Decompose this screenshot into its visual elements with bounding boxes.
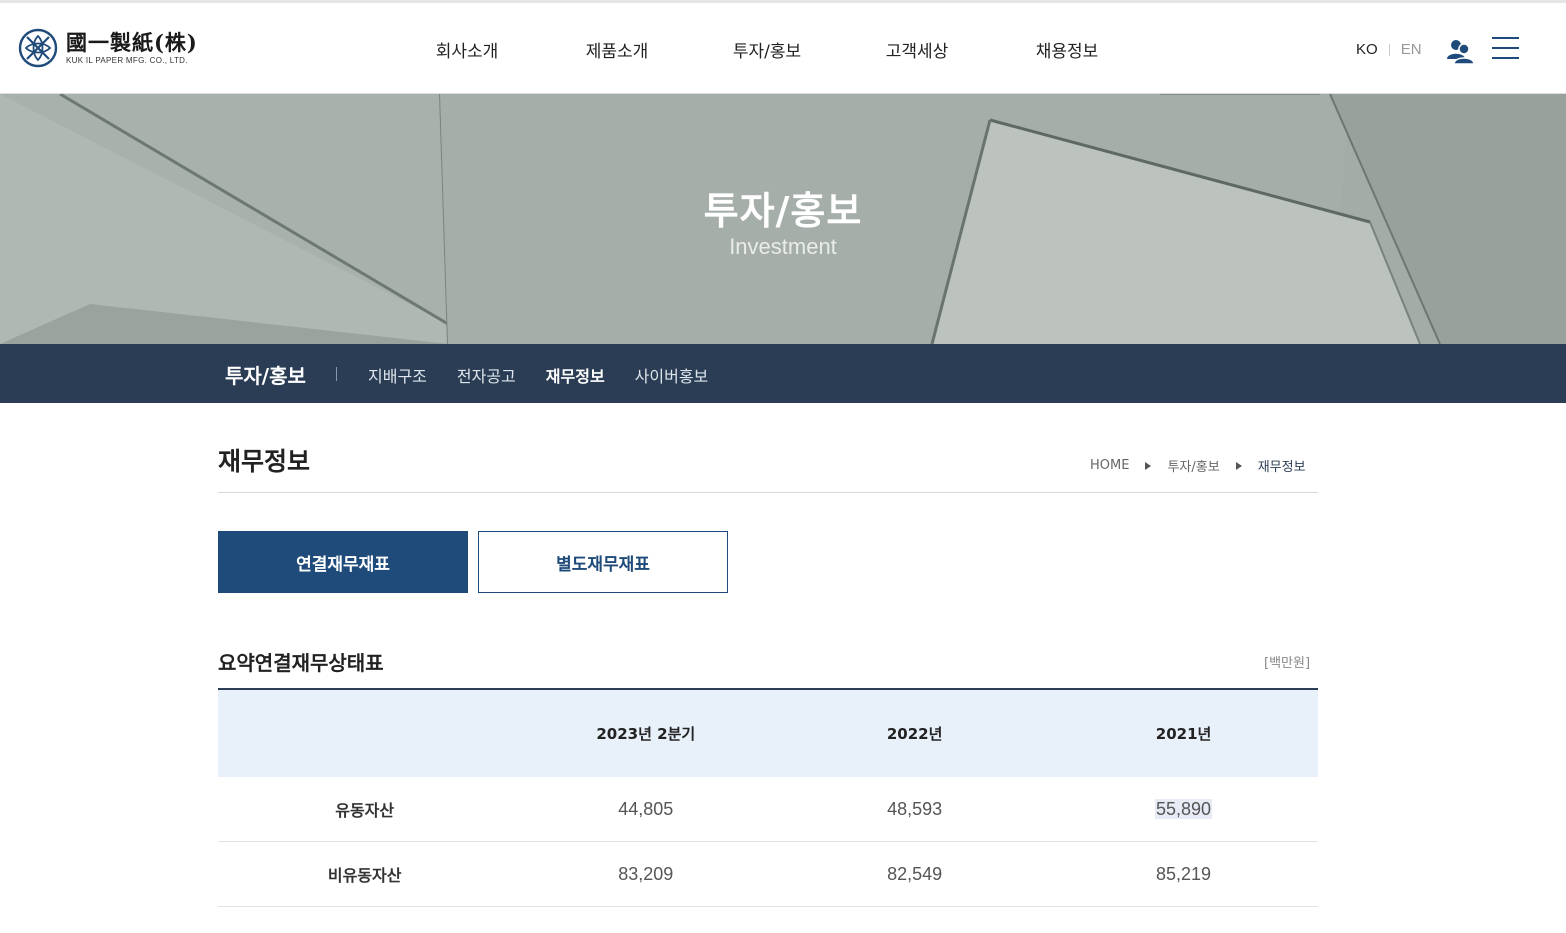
table-header-cell: 2021년 <box>1155 725 1212 743</box>
logo-name: 國一製紙(株) <box>66 29 198 55</box>
lang-ko[interactable]: KO <box>1356 41 1378 58</box>
breadcrumb: HOME 투자/홍보 재무정보 <box>1090 456 1306 475</box>
breadcrumb-arrow-icon <box>1235 461 1242 470</box>
page-title: 재무정보 <box>218 447 311 476</box>
user-group-icon[interactable] <box>1446 37 1474 65</box>
nav-item-recruit[interactable]: 채용정보 <box>992 37 1142 62</box>
logo-emblem-icon <box>18 28 58 68</box>
subnav-item-e-notice[interactable]: 전자공고 <box>457 363 516 387</box>
subnav-item-cyber-pr[interactable]: 사이버홍보 <box>635 363 709 387</box>
subnav-section-title: 투자/홍보 <box>225 364 306 388</box>
sub-nav: 투자/홍보 지배구조 전자공고 재무정보 사이버홍보 <box>0 344 1566 403</box>
table-header-cell: 2023년 2분기 <box>596 725 696 743</box>
hero-banner: 투자/홍보 Investment <box>0 94 1566 344</box>
subnav-item-financial-info[interactable]: 재무정보 <box>546 363 605 387</box>
site-header: 國一製紙(株) KUK IL PAPER MFG. CO., LTD. 회사소개… <box>0 3 1566 94</box>
subnav-item-governance[interactable]: 지배구조 <box>368 363 427 387</box>
table-row: 유동자산 44,805 48,593 55,890 <box>218 777 1318 842</box>
breadcrumb-home[interactable]: HOME <box>1090 458 1129 473</box>
table-row: 비유동자산 83,209 82,549 85,219 <box>218 842 1318 907</box>
breadcrumb-investment[interactable]: 투자/홍보 <box>1167 456 1219 475</box>
company-logo[interactable]: 國一製紙(株) KUK IL PAPER MFG. CO., LTD. <box>18 27 198 69</box>
breadcrumb-arrow-icon <box>1145 461 1152 470</box>
subnav-divider <box>336 367 337 381</box>
nav-item-customer[interactable]: 고객세상 <box>842 37 992 62</box>
nav-item-company[interactable]: 회사소개 <box>392 37 542 62</box>
financial-table: 2023년 2분기 2022년 2021년 유동자산 44,805 48,593… <box>218 688 1318 907</box>
language-switcher: KO EN <box>1356 41 1422 58</box>
table-cell: 82,549 <box>887 863 943 884</box>
main-nav: 회사소개 제품소개 투자/홍보 고객세상 채용정보 <box>392 37 1142 62</box>
nav-item-products[interactable]: 제품소개 <box>542 37 692 62</box>
table-cell: 48,593 <box>887 798 943 819</box>
table-cell: 55,890 <box>1155 798 1213 819</box>
lang-divider <box>1388 43 1390 56</box>
table-cell: 83,209 <box>618 863 674 884</box>
nav-item-investment[interactable]: 투자/홍보 <box>692 37 842 62</box>
table-header-row: 2023년 2분기 2022년 2021년 <box>218 690 1318 777</box>
hamburger-menu-icon[interactable] <box>1492 37 1519 61</box>
table-cell: 85,219 <box>1156 863 1212 884</box>
tab-consolidated[interactable]: 연결재무재표 <box>218 531 468 593</box>
row-label: 비유동자산 <box>327 866 402 885</box>
hero-title: 투자/홍보 <box>703 189 863 233</box>
breadcrumb-current: 재무정보 <box>1257 460 1306 475</box>
tab-separate[interactable]: 별도재무재표 <box>478 531 728 593</box>
table-cell: 44,805 <box>618 798 674 819</box>
logo-subtitle: KUK IL PAPER MFG. CO., LTD. <box>66 55 188 65</box>
table-header-cell: 2022년 <box>886 725 943 743</box>
table-title: 요약연결재무상태표 <box>218 651 384 675</box>
title-divider <box>218 492 1318 493</box>
row-label: 유동자산 <box>335 801 395 820</box>
hero-subtitle: Investment <box>729 234 837 259</box>
unit-label: [백만원] <box>1264 656 1311 671</box>
lang-en[interactable]: EN <box>1401 41 1422 58</box>
